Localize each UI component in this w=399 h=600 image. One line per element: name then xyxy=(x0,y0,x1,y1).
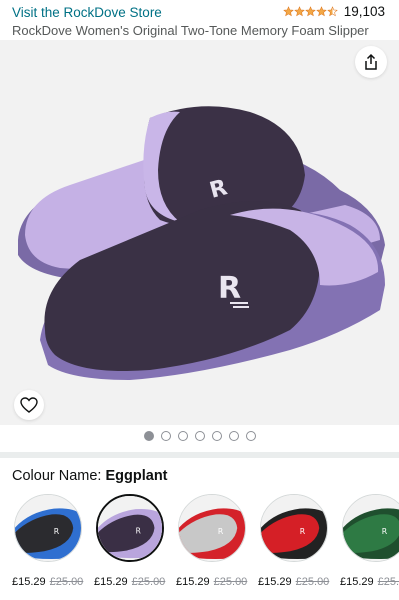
svg-text:R: R xyxy=(218,527,224,536)
swatch-image: R xyxy=(342,494,399,562)
image-pagination[interactable] xyxy=(0,431,399,443)
colour-swatch-grey-red[interactable]: R £15.29 £25.00 xyxy=(176,494,248,588)
price: £15.29 xyxy=(258,576,292,588)
share-icon xyxy=(365,53,377,70)
list-price: £25.00 xyxy=(49,576,84,588)
swatch-image: R xyxy=(14,494,82,562)
pagination-dot[interactable] xyxy=(177,431,188,441)
svg-text:R: R xyxy=(218,271,241,306)
colour-swatch-black-blue[interactable]: R £15.29 £25.00 xyxy=(12,494,84,588)
store-link[interactable]: Visit the RockDove Store xyxy=(12,5,162,20)
colour-name-label: Colour Name: xyxy=(12,468,106,484)
star-icon xyxy=(293,6,305,17)
product-image-gallery[interactable]: R R xyxy=(0,40,399,425)
share-button[interactable] xyxy=(355,46,387,78)
pagination-dot[interactable] xyxy=(194,431,205,441)
wishlist-button[interactable] xyxy=(14,390,44,420)
star-icon xyxy=(282,6,294,17)
product-title: RockDove Women's Original Two-Tone Memor… xyxy=(12,23,369,38)
price: £15.29 xyxy=(12,576,46,588)
colour-name-value: Eggplant xyxy=(105,468,168,484)
price: £15.29 xyxy=(94,576,128,588)
product-image: R R xyxy=(18,106,385,380)
colour-swatches: R £15.29 £25.00 R £15.29 £25.00 R £15.29 £25.00 R… xyxy=(0,494,399,600)
product-header: Visit the RockDove Store 19,103 RockDove… xyxy=(0,0,399,40)
star-icon xyxy=(326,6,338,17)
swatch-price: £15.29 £25.00 xyxy=(12,576,83,588)
colour-swatch-eggplant[interactable]: R £15.29 £25.00 xyxy=(94,494,166,588)
star-rating xyxy=(282,6,338,17)
swatch-price: £15.29 £25.00 xyxy=(258,576,329,588)
price: £15.29 xyxy=(340,576,374,588)
list-price: £25.00 xyxy=(131,576,166,588)
pagination-dot[interactable] xyxy=(160,431,171,441)
colour-name: Colour Name: Eggplant xyxy=(12,468,168,484)
section-divider xyxy=(0,452,399,458)
svg-text:R: R xyxy=(382,527,388,536)
rating[interactable]: 19,103 xyxy=(282,4,385,19)
price: £15.29 xyxy=(176,576,210,588)
pagination-dot[interactable] xyxy=(228,431,239,441)
star-icon xyxy=(304,6,316,17)
swatch-price: £15.29 £25. xyxy=(340,576,399,588)
svg-text:R: R xyxy=(300,527,306,536)
list-price: £25.00 xyxy=(295,576,330,588)
swatch-image: R xyxy=(260,494,328,562)
list-price: £25. xyxy=(377,576,399,588)
list-price: £25.00 xyxy=(213,576,248,588)
svg-text:R: R xyxy=(136,527,141,536)
svg-text:R: R xyxy=(54,527,60,536)
star-icon xyxy=(315,6,327,17)
pagination-dot[interactable] xyxy=(245,431,256,441)
pagination-dot[interactable] xyxy=(211,431,222,441)
colour-swatch-green[interactable]: R £15.29 £25. xyxy=(340,494,399,588)
swatch-price: £15.29 £25.00 xyxy=(176,576,247,588)
swatch-price: £15.29 £25.00 xyxy=(94,576,165,588)
colour-swatch-red-black[interactable]: R £15.29 £25.00 xyxy=(258,494,330,588)
swatch-image: R xyxy=(96,494,164,562)
pagination-dot[interactable] xyxy=(143,431,154,441)
rating-count: 19,103 xyxy=(343,4,385,19)
swatch-image: R xyxy=(178,494,246,562)
heart-icon xyxy=(20,397,38,413)
